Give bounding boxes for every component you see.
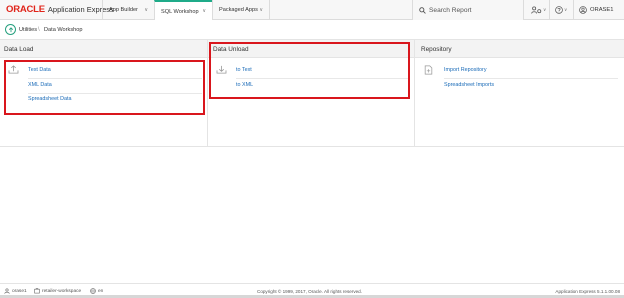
copyright-text: Copyright © 1999, 2017, Oracle. All righ… xyxy=(257,289,363,294)
highlight-box-data-unload xyxy=(209,42,410,99)
user-icon xyxy=(579,6,587,14)
tab-packaged-apps[interactable]: Packaged Apps ∨ xyxy=(212,0,270,20)
breadcrumb-current: Data Workshop xyxy=(44,27,83,33)
import-repository-link[interactable]: Import Repository xyxy=(444,67,487,73)
divider xyxy=(549,0,550,20)
repository-panel: Repository Import Repository Spreadsheet… xyxy=(415,40,624,146)
chevron-down-icon[interactable]: ∨ xyxy=(144,7,148,13)
document-icon xyxy=(424,65,433,75)
footer-user[interactable]: orase1 xyxy=(4,288,27,294)
spreadsheet-imports-link[interactable]: Spreadsheet Imports xyxy=(444,82,494,88)
workspace-icon xyxy=(34,288,40,294)
divider xyxy=(573,0,574,20)
breadcrumb-separator: \ xyxy=(38,26,40,33)
arrow-up-icon xyxy=(8,26,13,32)
breadcrumb-utilities-link[interactable]: Utilities xyxy=(19,27,37,33)
help-menu[interactable]: ∨ xyxy=(555,0,567,20)
chevron-down-icon: ∨ xyxy=(564,7,568,12)
tab-label: Packaged Apps xyxy=(219,7,258,13)
search-icon xyxy=(419,6,426,14)
search-report-box[interactable] xyxy=(412,0,524,20)
panel-header: Repository xyxy=(415,40,624,58)
version-text: Application Express 5.1.1.00.08 xyxy=(555,289,620,294)
user-admin-icon xyxy=(531,6,542,14)
footer-language[interactable]: en xyxy=(90,288,103,294)
globe-icon xyxy=(90,288,96,294)
tab-app-builder[interactable]: App Builder ∨ xyxy=(102,0,154,20)
logo-brand: ORACLE xyxy=(6,4,45,16)
admin-menu[interactable]: ∨ xyxy=(531,0,546,20)
panels-bottom-border xyxy=(0,146,624,147)
tab-sql-workshop[interactable]: SQL Workshop ∨ xyxy=(154,0,212,21)
user-menu[interactable]: ORASE1 xyxy=(579,0,614,20)
user-icon xyxy=(4,288,10,294)
utilities-icon[interactable] xyxy=(5,24,16,35)
help-icon xyxy=(555,6,563,14)
panel-title: Repository xyxy=(421,45,452,53)
tab-label: App Builder xyxy=(109,7,138,13)
tab-label: SQL Workshop xyxy=(161,8,199,15)
panel-title: Data Load xyxy=(4,45,34,53)
chevron-down-icon[interactable]: ∨ xyxy=(259,7,263,13)
username-label: ORASE1 xyxy=(590,7,614,13)
chevron-down-icon[interactable]: ∨ xyxy=(202,8,206,14)
footer-username: orase1 xyxy=(12,288,27,294)
footer-workspace[interactable]: retailer-workspace xyxy=(34,288,81,294)
panel-header: Data Load xyxy=(0,40,207,58)
row-divider xyxy=(444,78,618,79)
chevron-down-icon: ∨ xyxy=(543,7,547,12)
footer-workspace-name: retailer-workspace xyxy=(42,288,82,294)
footer-language-code: en xyxy=(98,288,104,294)
highlight-box-data-load xyxy=(4,60,205,115)
top-header: ORACLE Application Express App Builder ∨… xyxy=(0,0,624,21)
breadcrumb: Utilities \ Data Workshop xyxy=(0,20,624,40)
oracle-apex-logo[interactable]: ORACLE Application Express xyxy=(6,4,114,16)
search-input[interactable] xyxy=(429,6,521,14)
